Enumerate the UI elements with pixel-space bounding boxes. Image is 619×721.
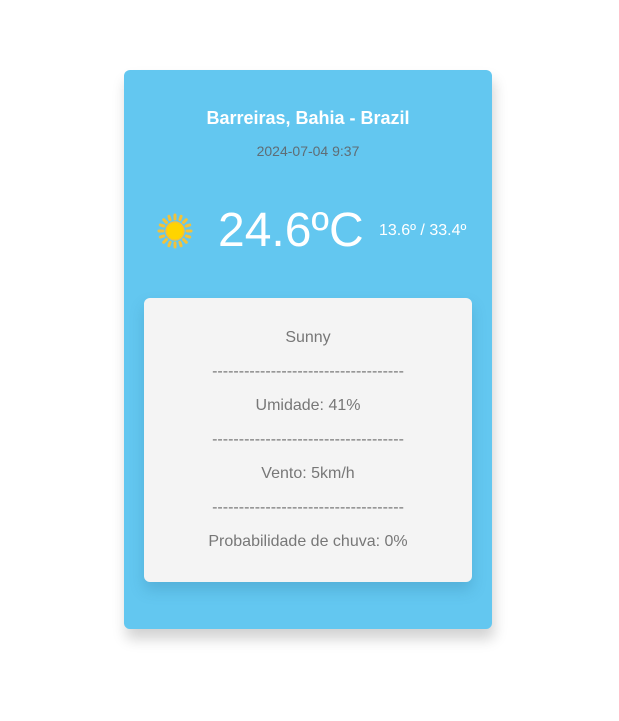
details-panel: Sunny ----------------------------------… bbox=[144, 298, 472, 582]
datetime: 2024-07-04 9:37 bbox=[256, 143, 360, 159]
separator: ------------------------------------ bbox=[212, 499, 404, 516]
weather-card: Barreiras, Bahia - Brazil 2024-07-04 9:3… bbox=[124, 70, 492, 629]
condition-text: Sunny bbox=[285, 329, 331, 346]
humidity-text: Umidade: 41% bbox=[255, 397, 361, 414]
location-title: Barreiras, Bahia - Brazil bbox=[206, 108, 410, 128]
temperature-range: 13.6º / 33.4º bbox=[379, 222, 467, 239]
separator: ------------------------------------ bbox=[212, 363, 404, 380]
sun-icon bbox=[157, 213, 193, 249]
separator: ------------------------------------ bbox=[212, 431, 404, 448]
wind-text: Vento: 5km/h bbox=[261, 465, 355, 482]
rain-probability-text: Probabilidade de chuva: 0% bbox=[208, 533, 408, 550]
current-temperature: 24.6ºC bbox=[218, 204, 364, 257]
